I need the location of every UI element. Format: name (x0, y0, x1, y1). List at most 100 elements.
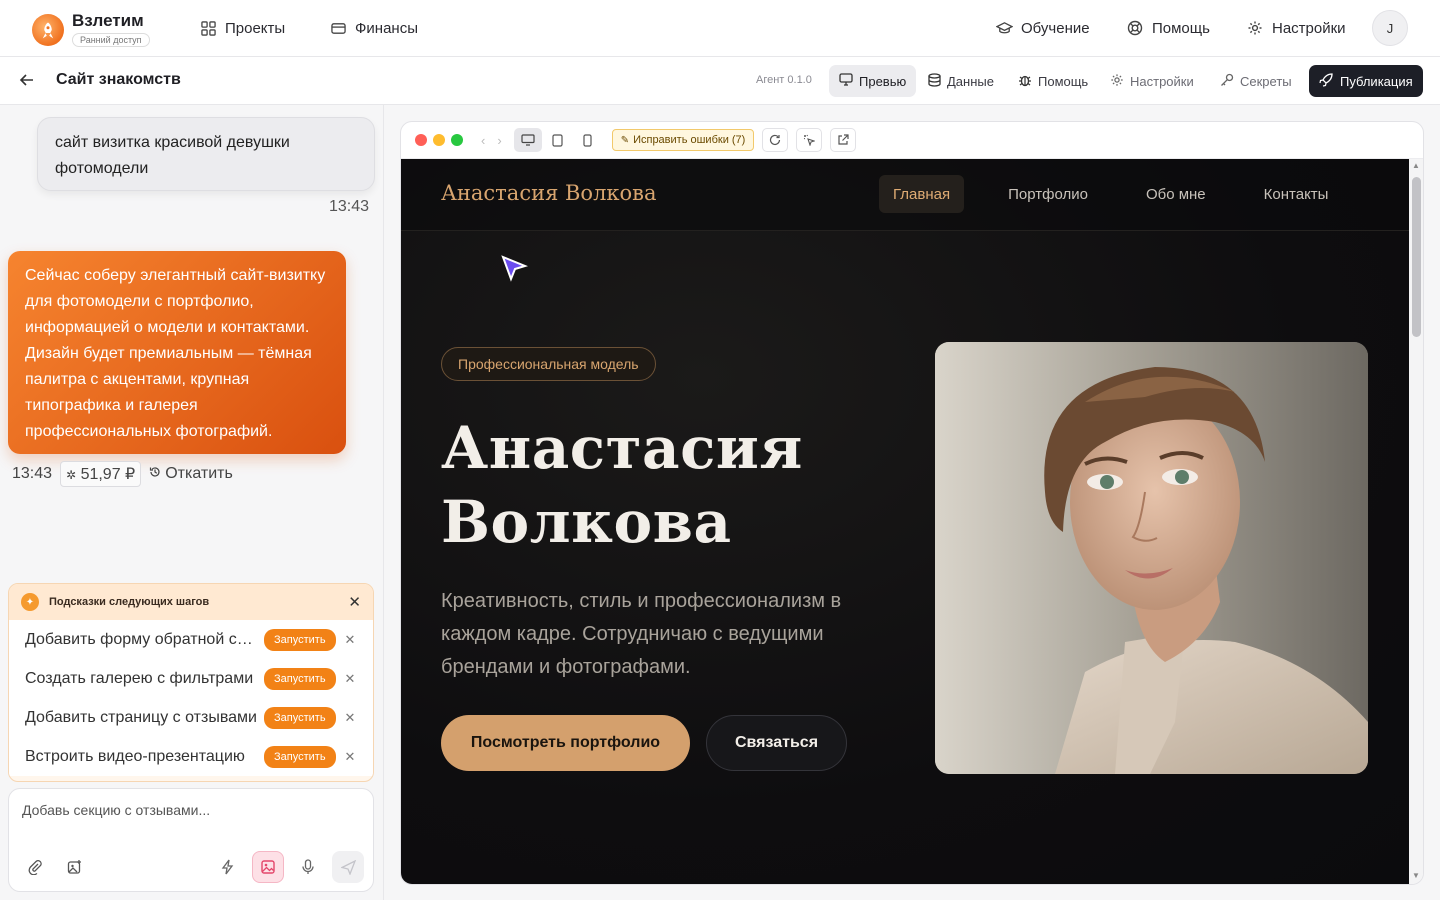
nav-settings[interactable]: Настройки (1246, 0, 1346, 56)
run-hint-button[interactable]: Запустить (264, 667, 336, 690)
top-navbar: Взлетим Ранний доступ Проекты Финансы Об… (0, 0, 1440, 57)
model-portrait-image (935, 342, 1368, 774)
site-nav-about[interactable]: Обо мне (1132, 175, 1220, 213)
scroll-thumb[interactable] (1412, 177, 1421, 337)
gear-icon (1246, 19, 1264, 37)
assistant-message-time: 13:43 (12, 465, 53, 482)
window-maximize-dot[interactable] (451, 134, 463, 146)
nav-finance-label: Финансы (355, 19, 418, 37)
scroll-up-icon[interactable]: ▲ (1412, 161, 1420, 170)
composer-input[interactable]: Добавь секцию с отзывами... (22, 802, 210, 818)
contact-button[interactable]: Связаться (706, 715, 847, 771)
image-mode-icon[interactable] (252, 851, 284, 883)
hero-badge: Профессиональная модель (441, 347, 656, 381)
send-icon[interactable] (332, 851, 364, 883)
desktop-view-icon[interactable] (513, 128, 542, 152)
select-element-icon[interactable] (796, 128, 823, 152)
preview-scrollbar[interactable]: ▲ ▼ (1409, 159, 1423, 884)
site-navbar: Анастасия Волкова Главная Портфолио Обо … (401, 159, 1409, 231)
tab-settings[interactable]: Настройки (1100, 65, 1204, 97)
window-close-dot[interactable] (415, 134, 427, 146)
rocket-icon (32, 13, 64, 46)
dismiss-hint-icon[interactable]: ✕ (345, 671, 356, 687)
tab-preview-label: Превью (859, 73, 907, 89)
tab-help[interactable]: Помощь (1008, 65, 1098, 97)
run-hint-button[interactable]: Запустить (264, 706, 336, 729)
site-nav-portfolio[interactable]: Портфолио (994, 175, 1102, 213)
forward-icon[interactable]: › (497, 133, 501, 148)
agent-version: Агент 0.1.0 (756, 74, 812, 86)
hint-item: Создать галерею с фильтрами Запустить ✕ (9, 659, 373, 698)
gear-icon (1110, 73, 1124, 90)
hint-item: Добавить страницу с отзывами Запустить ✕ (9, 698, 373, 737)
brand-logo[interactable]: Взлетим Ранний доступ (32, 12, 150, 47)
cost-badge: ✲ 51,97 ₽ (60, 461, 142, 487)
add-image-icon[interactable] (59, 851, 91, 883)
pointer-cursor-icon (501, 255, 529, 288)
hero-subtitle: Креативность, стиль и профессионализм в … (441, 590, 842, 678)
nav-projects[interactable]: Проекты (199, 0, 285, 56)
tab-data[interactable]: Данные (918, 65, 1004, 97)
hint-text: Создать галерею с фильтрами (25, 669, 254, 687)
rollback-button[interactable]: Откатить (149, 465, 233, 483)
hero-title-line: Анастасия (441, 414, 803, 482)
message-composer[interactable]: Добавь секцию с отзывами... (8, 788, 374, 892)
user-avatar[interactable]: J (1372, 10, 1408, 46)
lifebuoy-icon (1126, 19, 1144, 37)
tablet-view-icon[interactable] (544, 128, 572, 152)
tab-preview[interactable]: Превью (829, 65, 917, 97)
dismiss-hint-icon[interactable]: ✕ (345, 632, 356, 648)
next-steps-hints: ✦ Подсказки следующих шагов ✕ Добавить ф… (8, 583, 374, 782)
paperclip-icon[interactable] (19, 851, 51, 883)
nav-projects-label: Проекты (225, 19, 286, 37)
run-hint-button[interactable]: Запустить (264, 628, 336, 651)
back-icon[interactable]: ‹ (481, 133, 485, 148)
back-arrow-icon[interactable] (18, 71, 36, 94)
view-portfolio-button[interactable]: Посмотреть портфолио (441, 715, 690, 771)
hint-item: Встроить видео-презентацию Запустить ✕ (9, 737, 373, 776)
tab-data-label: Данные (947, 73, 994, 89)
dismiss-hint-icon[interactable]: ✕ (345, 710, 356, 726)
preview-window: ‹ › ✎ Исправить ошибки (7) Анастасия Вол… (400, 121, 1424, 885)
site-nav-home[interactable]: Главная (879, 175, 965, 213)
site-preview: Анастасия Волкова Главная Портфолио Обо … (401, 159, 1409, 884)
chat-panel: сайт визитка красивой девушки фотомодели… (0, 105, 384, 900)
nav-finance[interactable]: Финансы (329, 0, 418, 56)
scroll-down-icon[interactable]: ▼ (1412, 871, 1420, 880)
dismiss-hint-icon[interactable]: ✕ (345, 749, 356, 765)
site-nav-contacts[interactable]: Контакты (1250, 175, 1343, 213)
window-minimize-dot[interactable] (433, 134, 445, 146)
tab-secrets[interactable]: Секреты (1210, 65, 1302, 97)
project-toolbar: Сайт знакомств Агент 0.1.0 Превью Данные… (0, 57, 1440, 105)
key-icon (1220, 73, 1234, 90)
nav-learning[interactable]: Обучение (995, 0, 1090, 56)
project-title: Сайт знакомств (56, 71, 181, 88)
lightning-icon[interactable] (212, 851, 244, 883)
early-access-badge: Ранний доступ (72, 33, 150, 47)
hero-title-line: Волкова (441, 488, 732, 556)
hint-text: Добавить страницу с отзывами (25, 708, 257, 726)
brand-name: Взлетим (72, 11, 144, 30)
assistant-message: Сейчас соберу элегантный сайт-визитку дл… (8, 251, 346, 454)
database-icon (928, 72, 941, 90)
rocket-icon (1319, 72, 1333, 90)
nav-help[interactable]: Помощь (1126, 0, 1210, 56)
close-icon[interactable]: ✕ (348, 593, 361, 611)
nav-settings-label: Настройки (1272, 19, 1346, 37)
fix-errors-button[interactable]: ✎ Исправить ошибки (7) (611, 129, 755, 151)
mobile-view-icon[interactable] (574, 128, 602, 152)
tab-settings-label: Настройки (1130, 73, 1194, 89)
nav-help-label: Помощь (1152, 19, 1210, 37)
hero-title: Анастасия Волкова (441, 411, 803, 559)
run-hint-button[interactable]: Запустить (264, 745, 336, 768)
monitor-icon (839, 73, 853, 89)
hint-text: Добавить форму обратной связи (25, 630, 257, 648)
refresh-icon[interactable] (762, 128, 789, 152)
site-logo[interactable]: Анастасия Волкова (441, 181, 657, 205)
hint-item: Добавить форму обратной связи Запустить … (9, 620, 373, 659)
microphone-icon[interactable] (292, 851, 324, 883)
publish-button[interactable]: Публикация (1309, 65, 1423, 97)
publish-label: Публикация (1340, 73, 1413, 89)
user-message-time: 13:43 (329, 198, 370, 215)
open-external-icon[interactable] (830, 128, 857, 152)
